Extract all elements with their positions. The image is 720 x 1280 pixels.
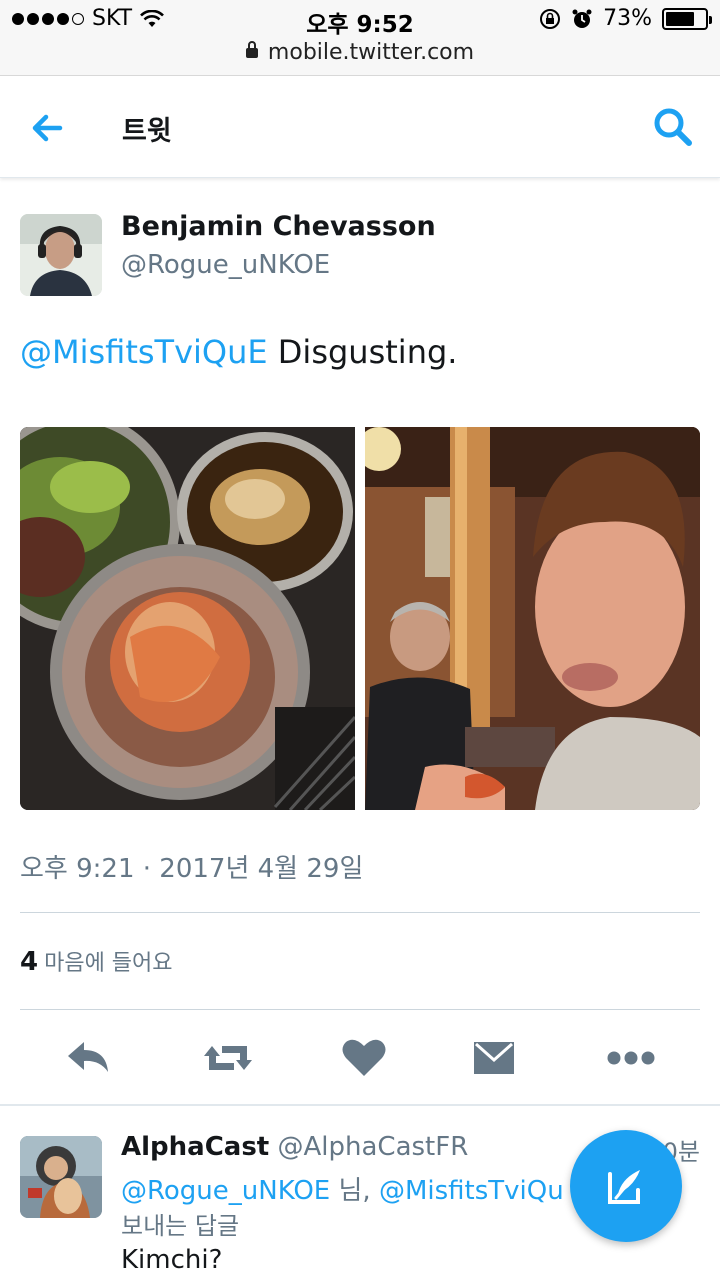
reply-author-handle[interactable]: @AlphaCastFR xyxy=(278,1132,469,1162)
page-header: 트윗 xyxy=(0,76,720,178)
retweet-button[interactable] xyxy=(200,1030,256,1086)
likes-count: 4 xyxy=(20,947,39,977)
section-separator xyxy=(0,1104,720,1106)
message-icon xyxy=(474,1042,514,1074)
reply-mention-1[interactable]: @Rogue_uNKOE xyxy=(121,1176,330,1206)
back-button[interactable] xyxy=(26,106,70,150)
compose-tweet-button[interactable] xyxy=(570,1130,682,1242)
food-photo-image xyxy=(20,427,355,810)
reply-mention-2[interactable]: @MisfitsTviQu xyxy=(379,1176,564,1206)
reply-icon xyxy=(68,1042,108,1072)
tweet-photo-person[interactable] xyxy=(365,427,700,810)
avatar-image xyxy=(20,214,102,296)
reply-honorific: 님, xyxy=(330,1176,379,1206)
page-title: 트윗 xyxy=(122,116,172,147)
tweet-photo-food[interactable] xyxy=(20,427,355,810)
battery-percent: 73% xyxy=(603,6,652,31)
restaurant-photo-image xyxy=(365,427,700,810)
reply-text: Kimchi? xyxy=(121,1245,223,1275)
lock-icon xyxy=(245,41,258,58)
battery-level xyxy=(666,11,694,26)
search-button[interactable] xyxy=(650,104,696,150)
reply-author-name[interactable]: AlphaCast xyxy=(121,1132,269,1162)
reply-to: @Rogue_uNKOE 님, @MisfitsTviQu xyxy=(121,1170,564,1207)
more-icon xyxy=(607,1051,655,1065)
likes-summary[interactable]: 4 마음에 들어요 xyxy=(20,945,173,977)
retweet-icon xyxy=(204,1046,252,1070)
reply-subtitle: 보내는 답글 xyxy=(121,1212,240,1240)
more-button[interactable] xyxy=(603,1030,659,1086)
status-bar: SKT 오후 9:52 73% xyxy=(0,0,720,40)
url-bar[interactable]: mobile.twitter.com xyxy=(0,36,720,76)
divider xyxy=(20,1009,700,1010)
back-arrow-icon xyxy=(32,114,63,142)
compose-icon xyxy=(608,1170,640,1204)
likes-label: 마음에 들어요 xyxy=(44,951,173,976)
status-icons: 73% xyxy=(539,6,712,31)
reply-author-avatar[interactable] xyxy=(20,1136,102,1218)
rotation-lock-icon xyxy=(540,8,561,29)
url-text: mobile.twitter.com xyxy=(267,40,475,65)
mention-link[interactable]: @MisfitsTviQuE xyxy=(20,333,268,371)
reply-header: AlphaCast @AlphaCastFR xyxy=(121,1132,468,1162)
author-handle[interactable]: @Rogue_uNKOE xyxy=(121,250,330,280)
divider xyxy=(20,912,700,913)
tweet-timestamp: 오후 9:21 · 2017년 4월 29일 xyxy=(20,854,364,884)
tweet-actions xyxy=(0,1030,720,1086)
author-name[interactable]: Benjamin Chevasson xyxy=(121,211,436,242)
tweet-body: Disgusting. xyxy=(267,333,458,371)
message-button[interactable] xyxy=(466,1030,522,1086)
reply-button[interactable] xyxy=(60,1030,116,1086)
like-icon xyxy=(342,1039,386,1076)
reply-avatar-image xyxy=(20,1136,102,1218)
battery-icon xyxy=(662,7,712,30)
tweet-text: @MisfitsTviQuE Disgusting. xyxy=(20,333,457,371)
like-button[interactable] xyxy=(336,1030,392,1086)
author-avatar[interactable] xyxy=(20,214,102,296)
alarm-icon xyxy=(572,9,592,28)
search-icon xyxy=(654,108,692,146)
